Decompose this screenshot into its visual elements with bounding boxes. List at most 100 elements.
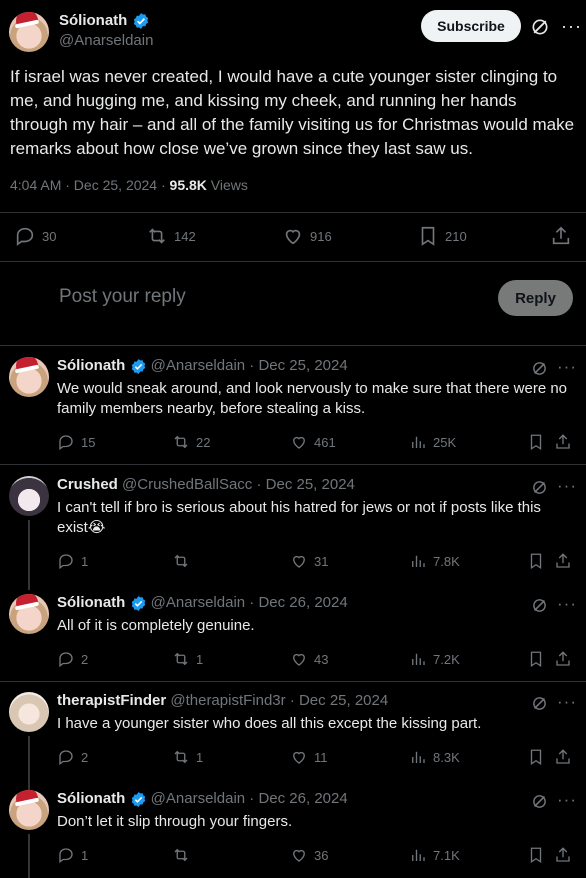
- views-count: 95.8K: [169, 177, 207, 193]
- repost-button[interactable]: [172, 552, 196, 570]
- share-button[interactable]: [554, 748, 572, 766]
- reply-button[interactable]: 2: [57, 748, 88, 766]
- more-icon[interactable]: ···: [557, 594, 577, 614]
- reply-button[interactable]: 2: [57, 650, 88, 668]
- reply-button[interactable]: 1: [57, 846, 88, 864]
- reply-actions: 2 1 43 7.2K: [57, 650, 577, 670]
- repost-icon: [174, 750, 188, 764]
- author-handle[interactable]: @Anarseldain: [151, 790, 245, 807]
- avatar[interactable]: [9, 12, 49, 52]
- repost-button[interactable]: 142: [146, 225, 196, 247]
- avatar[interactable]: [9, 476, 49, 516]
- bookmark-button[interactable]: [527, 650, 545, 668]
- like-button[interactable]: 36: [290, 846, 328, 864]
- bookmark-button[interactable]: 210: [417, 225, 467, 247]
- more-icon[interactable]: ···: [561, 16, 582, 37]
- author-handle[interactable]: @Anarseldain: [151, 357, 245, 374]
- author-handle[interactable]: @Anarseldain: [59, 32, 153, 49]
- repost-button[interactable]: 22: [172, 433, 210, 451]
- like-count: 916: [310, 228, 332, 244]
- reply-header: Sólionath @Anarseldain · Dec 26, 2024: [57, 594, 348, 612]
- bookmark-button[interactable]: [527, 748, 545, 766]
- author-name[interactable]: therapistFinder: [57, 692, 166, 709]
- repost-button[interactable]: 1: [172, 748, 203, 766]
- repost-count: 142: [174, 228, 196, 244]
- author-name[interactable]: Crushed: [57, 476, 118, 493]
- reply-button[interactable]: 1: [57, 552, 88, 570]
- views-button[interactable]: 25K: [409, 433, 456, 451]
- author-name[interactable]: Sólionath: [57, 594, 125, 611]
- reply-header: Sólionath @Anarseldain · Dec 26, 2024: [57, 790, 348, 808]
- reply-date[interactable]: · Dec 25, 2024: [256, 476, 354, 493]
- grok-icon[interactable]: [531, 360, 548, 377]
- share-icon: [556, 847, 570, 862]
- reply-item[interactable]: therapistFinder @therapistFind3r · Dec 2…: [0, 692, 586, 772]
- avatar[interactable]: [9, 790, 49, 830]
- author-handle[interactable]: @CrushedBallSacc: [122, 476, 252, 493]
- share-icon: [556, 749, 570, 764]
- reply-item[interactable]: Sólionath @Anarseldain · Dec 26, 2024 ··…: [0, 594, 586, 674]
- share-button[interactable]: [554, 846, 572, 864]
- views-button[interactable]: 8.3K: [409, 748, 460, 766]
- like-button[interactable]: 31: [290, 552, 328, 570]
- like-count: 461: [314, 434, 336, 450]
- like-button[interactable]: 461: [290, 433, 336, 451]
- views-button[interactable]: 7.2K: [409, 650, 460, 668]
- reply-icon: [59, 848, 73, 864]
- more-icon[interactable]: ···: [557, 692, 577, 712]
- views-icon: [412, 436, 425, 448]
- repost-button[interactable]: [172, 846, 196, 864]
- grok-icon[interactable]: [531, 479, 548, 496]
- avatar[interactable]: [9, 692, 49, 732]
- author-name[interactable]: Sólionath: [59, 12, 150, 30]
- reply-submit-button[interactable]: Reply: [498, 280, 573, 316]
- reply-text: I have a younger sister who does all thi…: [57, 715, 482, 732]
- like-icon: [293, 653, 305, 666]
- bookmark-button[interactable]: [527, 846, 545, 864]
- reply-button[interactable]: 15: [57, 433, 95, 451]
- share-button[interactable]: [554, 650, 572, 668]
- like-icon: [293, 555, 305, 568]
- more-icon[interactable]: ···: [557, 357, 577, 377]
- bookmark-button[interactable]: [527, 552, 545, 570]
- author-name[interactable]: Sólionath: [57, 790, 125, 807]
- post-timestamp[interactable]: 4:04 AM · Dec 25, 2024 ·: [10, 177, 170, 193]
- reply-date[interactable]: · Dec 26, 2024: [249, 594, 347, 611]
- more-icon[interactable]: ···: [557, 476, 577, 496]
- avatar[interactable]: [9, 357, 49, 397]
- grok-icon[interactable]: [531, 793, 548, 810]
- like-button[interactable]: 916: [282, 225, 332, 247]
- views-button[interactable]: 7.8K: [409, 552, 460, 570]
- reply-date[interactable]: · Dec 25, 2024: [290, 692, 388, 709]
- reply-icon: [16, 227, 34, 246]
- like-button[interactable]: 43: [290, 650, 328, 668]
- repost-button[interactable]: 1: [172, 650, 203, 668]
- author-name[interactable]: Sólionath: [57, 357, 125, 374]
- reply-date[interactable]: · Dec 25, 2024: [249, 357, 347, 374]
- bookmark-button[interactable]: [527, 433, 545, 451]
- avatar[interactable]: [9, 594, 49, 634]
- views-label: Views: [206, 177, 248, 193]
- views-count: 25K: [433, 434, 457, 450]
- reply-button[interactable]: 30: [14, 225, 56, 247]
- share-button[interactable]: [550, 225, 572, 247]
- reply-icon: [59, 435, 73, 451]
- reply-input[interactable]: Post your reply: [59, 286, 186, 308]
- share-button[interactable]: [554, 433, 572, 451]
- views-button[interactable]: 7.1K: [409, 846, 460, 864]
- reply-item[interactable]: Sólionath @Anarseldain · Dec 26, 2024 ··…: [0, 790, 586, 870]
- bookmark-icon: [530, 749, 542, 766]
- reply-item[interactable]: Crushed @CrushedBallSacc · Dec 25, 2024 …: [0, 476, 586, 576]
- reply-item[interactable]: Sólionath @Anarseldain · Dec 25, 2024 ··…: [0, 357, 586, 457]
- grok-icon[interactable]: [531, 695, 548, 712]
- author-handle[interactable]: @Anarseldain: [151, 594, 245, 611]
- reply-date[interactable]: · Dec 26, 2024: [249, 790, 347, 807]
- grok-icon[interactable]: [531, 597, 548, 614]
- grok-icon[interactable]: [530, 17, 550, 37]
- author-name-text[interactable]: Sólionath: [59, 12, 127, 29]
- subscribe-button[interactable]: Subscribe: [421, 10, 521, 42]
- like-button[interactable]: 11: [290, 748, 328, 766]
- author-handle[interactable]: @therapistFind3r: [170, 692, 285, 709]
- share-button[interactable]: [554, 552, 572, 570]
- more-icon[interactable]: ···: [557, 790, 577, 810]
